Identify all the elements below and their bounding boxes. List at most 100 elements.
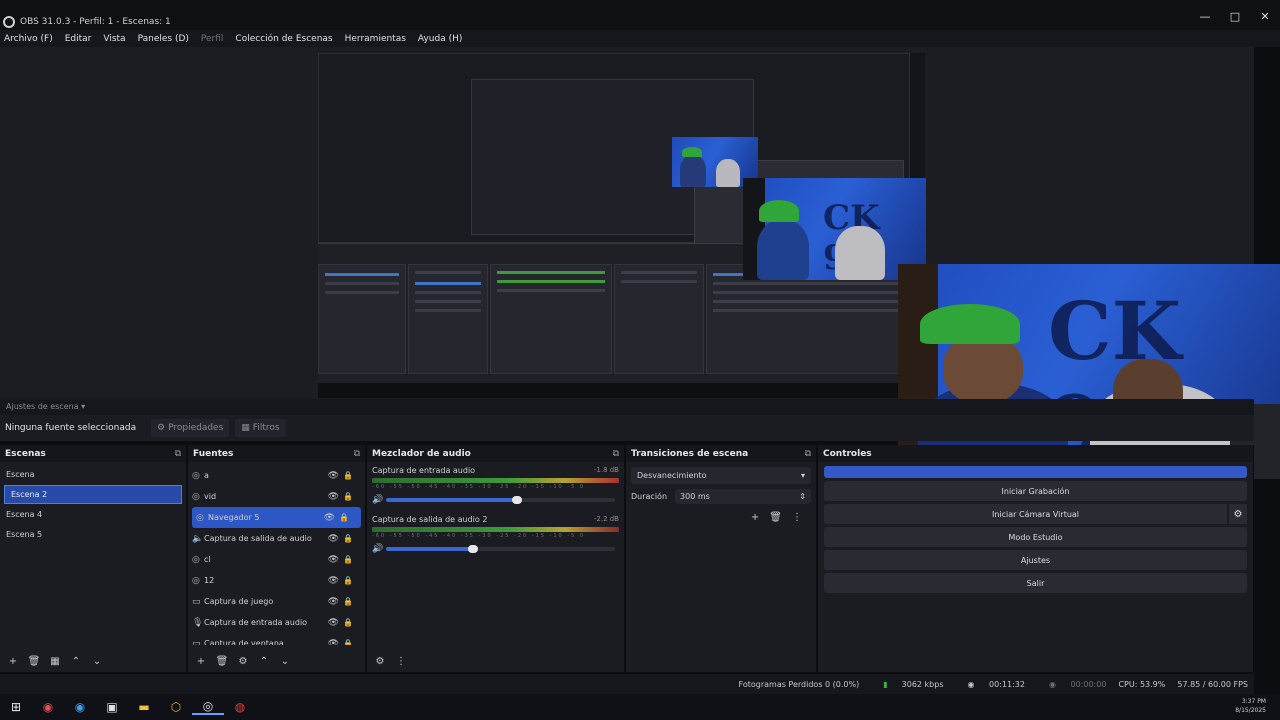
advanced-audio-button[interactable]: ⚙: [371, 653, 389, 669]
add-scene-button[interactable]: +: [4, 653, 22, 669]
volume-slider[interactable]: [386, 545, 615, 553]
remove-source-button[interactable]: 🗑: [213, 653, 231, 669]
undock-icon[interactable]: ⧉: [175, 449, 181, 459]
scene-settings-label[interactable]: Ajustes de escena ▾: [6, 402, 85, 411]
mixer-channel: Captura de salida de audio 2 -2.2 dB -60 -…: [367, 511, 624, 554]
add-transition-button[interactable]: +: [751, 512, 759, 523]
scene-item[interactable]: Escena: [0, 465, 186, 484]
virtual-camera-settings-gear-icon[interactable]: ⚙: [1227, 504, 1247, 524]
edge-browser-icon[interactable]: ◉: [64, 700, 96, 714]
source-item[interactable]: ▭ Captura de ventana 👁 🔒: [188, 633, 365, 646]
app-icon[interactable]: ⬡: [160, 700, 192, 714]
exit-button[interactable]: Salir: [824, 573, 1247, 593]
lock-icon[interactable]: 🔒: [343, 555, 353, 564]
start-streaming-button[interactable]: [824, 466, 1247, 478]
speaker-icon[interactable]: 🔊: [372, 544, 386, 554]
source-properties-button[interactable]: ⚙: [234, 653, 252, 669]
speaker-icon[interactable]: 🔊: [372, 495, 386, 505]
lock-icon[interactable]: 🔒: [343, 471, 353, 480]
visibility-eye-icon[interactable]: 👁: [328, 639, 339, 646]
visibility-eye-icon[interactable]: 👁: [328, 492, 339, 502]
add-source-button[interactable]: +: [192, 653, 210, 669]
audio-mixer-dock-header: Mezclador de audio ⧉: [367, 445, 624, 462]
move-up-button[interactable]: ⌃: [255, 653, 273, 669]
undock-icon[interactable]: ⧉: [354, 449, 360, 459]
stream-time: ◉ 00:11:32: [967, 679, 1025, 689]
visibility-eye-icon[interactable]: 👁: [328, 534, 339, 544]
start-recording-button[interactable]: Iniciar Grabación: [824, 481, 1247, 501]
transition-select[interactable]: Desvanecimiento ▾: [631, 467, 811, 484]
transition-menu-button[interactable]: ⋮: [792, 512, 802, 523]
visibility-eye-icon[interactable]: 👁: [328, 597, 339, 607]
no-source-selected-label: Ninguna fuente seleccionada: [5, 423, 137, 433]
move-down-button[interactable]: ⌄: [88, 653, 106, 669]
move-down-button[interactable]: ⌄: [276, 653, 294, 669]
volume-slider-handle[interactable]: [468, 545, 479, 553]
status-bar: Fotogramas Perdidos 0 (0.0%) ▮ 3062 kbps …: [0, 674, 1254, 694]
move-up-button[interactable]: ⌃: [67, 653, 85, 669]
close-button[interactable]: ✕: [1250, 10, 1280, 23]
menu-help[interactable]: Ayuda (H): [418, 34, 462, 44]
source-item[interactable]: ◎ 12 👁 🔒: [188, 570, 365, 591]
studio-mode-button[interactable]: Modo Estudio: [824, 527, 1247, 547]
menu-profile[interactable]: Perfil: [201, 34, 224, 44]
menu-edit[interactable]: Editar: [65, 34, 92, 44]
audio-mixer-dock: Mezclador de audio ⧉ Captura de entrada …: [367, 445, 625, 672]
visibility-eye-icon[interactable]: 👁: [328, 555, 339, 565]
duration-stepper[interactable]: 300 ms ⇕: [675, 489, 811, 504]
scene-filters-button[interactable]: ▦: [46, 653, 64, 669]
obs-taskbar-icon[interactable]: ◎: [192, 699, 224, 715]
search-icon[interactable]: ◉: [32, 700, 64, 714]
store-icon[interactable]: ▣: [96, 700, 128, 714]
remove-scene-button[interactable]: 🗑: [25, 653, 43, 669]
system-clock[interactable]: 3:37 PM 8/15/2025: [1235, 697, 1266, 715]
properties-button[interactable]: ⚙ Propiedades: [151, 419, 230, 437]
scene-item[interactable]: Escena 4: [0, 505, 186, 524]
maximize-button[interactable]: □: [1220, 10, 1250, 23]
menu-view[interactable]: Vista: [103, 34, 125, 44]
visibility-eye-icon[interactable]: 👁: [328, 618, 339, 628]
nested-panel: [490, 264, 612, 374]
menu-tools[interactable]: Herramientas: [345, 34, 406, 44]
lock-icon[interactable]: 🔒: [343, 534, 353, 543]
windows-start-icon[interactable]: ⊞: [0, 700, 32, 714]
volume-slider[interactable]: [386, 496, 615, 504]
undock-icon[interactable]: ⧉: [805, 449, 811, 459]
scenes-toolbar: + 🗑 ▦ ⌃ ⌄: [0, 650, 186, 672]
minimize-button[interactable]: —: [1190, 10, 1220, 23]
menu-file[interactable]: Archivo (F): [4, 34, 53, 44]
settings-button[interactable]: Ajustes: [824, 550, 1247, 570]
menu-bar: Archivo (F) Editar Vista Paneles (D) Per…: [0, 30, 1280, 47]
lock-icon[interactable]: 🔒: [343, 597, 353, 606]
lock-icon[interactable]: 🔒: [343, 492, 353, 501]
source-item-selected[interactable]: ◎ Navegador 5 👁 🔒: [192, 507, 361, 528]
remove-transition-button[interactable]: 🗑: [769, 512, 782, 523]
source-item[interactable]: 🔈 Captura de salida de audio 2 👁 🔒: [188, 528, 365, 549]
lock-icon[interactable]: 🔒: [343, 639, 353, 645]
chevron-down-icon: ▾: [800, 471, 805, 480]
volume-slider-handle[interactable]: [511, 496, 522, 504]
undock-icon[interactable]: ⧉: [613, 449, 619, 459]
lock-icon[interactable]: 🔒: [339, 513, 349, 522]
lock-icon[interactable]: 🔒: [343, 618, 353, 627]
mixer-menu-button[interactable]: ⋮: [392, 653, 410, 669]
visibility-eye-icon[interactable]: 👁: [328, 576, 339, 586]
scene-item[interactable]: Escena 5: [0, 525, 186, 544]
chrome-icon[interactable]: ◍: [224, 700, 256, 714]
scene-item-selected[interactable]: Escena 2: [4, 485, 182, 504]
source-item[interactable]: ◎ a 👁 🔒: [188, 465, 365, 486]
menu-scene-collection[interactable]: Colección de Escenas: [235, 34, 332, 44]
filters-button[interactable]: ▦ Filtros: [235, 419, 286, 437]
visibility-eye-icon[interactable]: 👁: [324, 513, 335, 523]
start-virtual-camera-button[interactable]: Iniciar Cámara Virtual ⚙: [824, 504, 1247, 524]
source-item[interactable]: 🎙 Captura de entrada audio 👁 🔒: [188, 612, 365, 633]
menu-docks[interactable]: Paneles (D): [138, 34, 189, 44]
source-item[interactable]: ▭ Captura de juego 👁 🔒: [188, 591, 365, 612]
source-item[interactable]: ◎ cl 👁 🔒: [188, 549, 365, 570]
file-explorer-icon[interactable]: ▬: [128, 700, 160, 714]
visibility-eye-icon[interactable]: 👁: [328, 471, 339, 481]
volume-meter: [372, 527, 619, 532]
lock-icon[interactable]: 🔒: [343, 576, 353, 585]
source-item[interactable]: ◎ vid 👁 🔒: [188, 486, 365, 507]
mixer-channels: Captura de entrada audio -1.8 dB -60 -55 -…: [367, 462, 624, 554]
